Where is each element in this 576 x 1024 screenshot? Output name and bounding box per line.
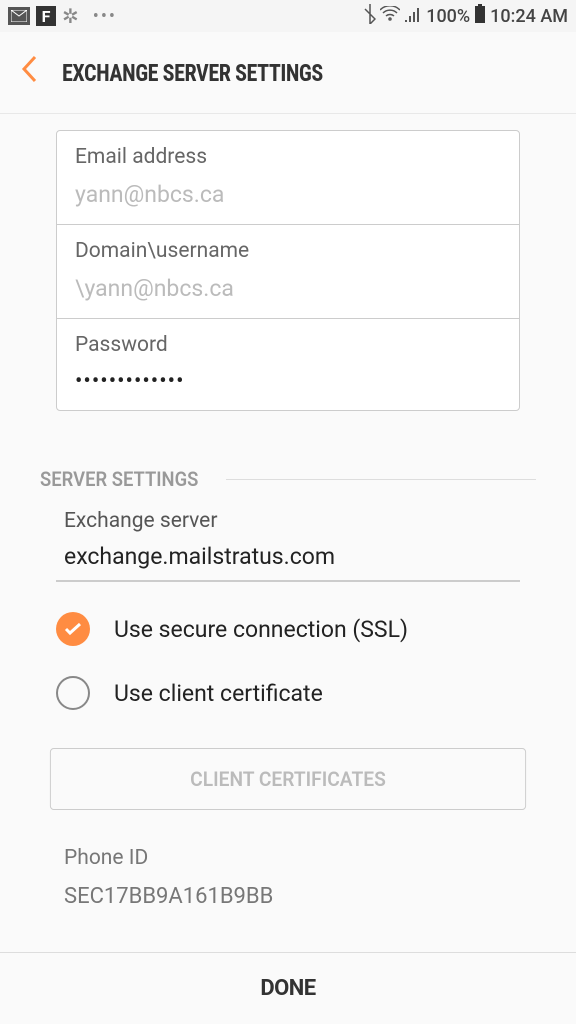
email-label: Email address — [75, 145, 501, 169]
clock-time: 10:24 AM — [490, 6, 568, 27]
phone-id-value: SEC17BB9A161B9BB — [64, 884, 512, 909]
password-label: Password — [75, 333, 501, 357]
exchange-server-field[interactable]: Exchange server exchange.mailstratus.com — [56, 509, 520, 582]
wifi-icon — [380, 6, 400, 27]
check-icon — [64, 617, 82, 641]
ssl-option[interactable]: Use secure connection (SSL) — [56, 612, 520, 646]
phone-id-section: Phone ID SEC17BB9A161B9BB — [64, 846, 512, 909]
done-button[interactable]: DONE — [0, 952, 576, 1024]
ssl-checkbox[interactable] — [56, 612, 90, 646]
domain-label: Domain\username — [75, 239, 501, 263]
gear-notification-icon: ✲ — [62, 4, 79, 28]
ssl-label: Use secure connection (SSL) — [114, 616, 408, 643]
email-field[interactable]: Email address yann@nbcs.ca — [57, 131, 519, 225]
battery-percent: 100% — [426, 6, 470, 27]
password-value: ••••••••••••• — [75, 369, 501, 394]
email-value: yann@nbcs.ca — [75, 181, 501, 208]
client-cert-option[interactable]: Use client certificate — [56, 676, 520, 710]
cert-label: Use client certificate — [114, 680, 323, 707]
cert-checkbox[interactable] — [56, 676, 90, 710]
section-title: SERVER SETTINGS — [40, 467, 198, 491]
status-bar: F ✲ ••• 100% 10:24 AM — [0, 0, 576, 32]
password-field[interactable]: Password ••••••••••••• — [57, 319, 519, 410]
server-value: exchange.mailstratus.com — [64, 543, 512, 570]
flipboard-icon: F — [36, 6, 56, 26]
back-button[interactable] — [20, 54, 38, 92]
signal-icon — [404, 6, 422, 27]
server-label: Exchange server — [64, 509, 512, 533]
section-divider — [226, 479, 536, 480]
credentials-card: Email address yann@nbcs.ca Domain\userna… — [56, 130, 520, 411]
battery-icon — [474, 4, 486, 29]
more-notifications-icon: ••• — [93, 6, 117, 27]
client-certificates-button[interactable]: CLIENT CERTIFICATES — [50, 748, 526, 810]
server-settings-header: SERVER SETTINGS — [40, 467, 536, 491]
mail-notification-icon — [8, 7, 30, 25]
phone-id-label: Phone ID — [64, 846, 512, 870]
bluetooth-icon — [364, 4, 376, 29]
domain-value: \yann@nbcs.ca — [75, 275, 501, 302]
page-title: EXCHANGE SERVER SETTINGS — [62, 59, 323, 87]
domain-field[interactable]: Domain\username \yann@nbcs.ca — [57, 225, 519, 319]
app-header: EXCHANGE SERVER SETTINGS — [0, 32, 576, 114]
